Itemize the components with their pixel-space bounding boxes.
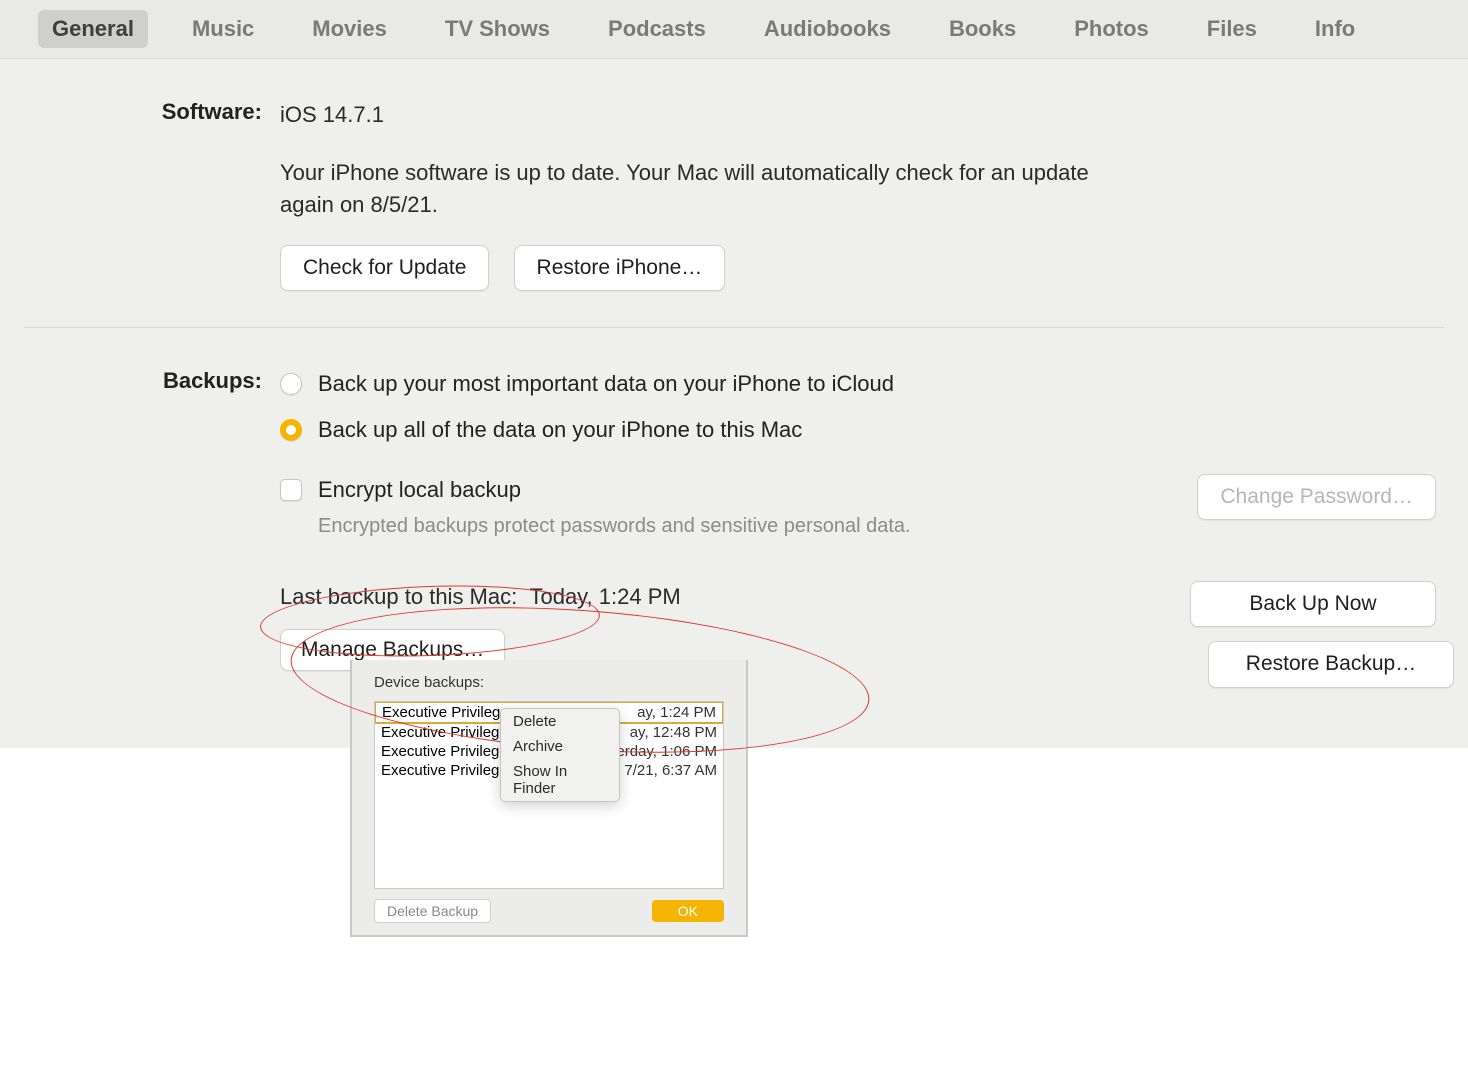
backup-option-mac-label: Back up all of the data on your iPhone t… xyxy=(318,414,802,446)
last-backup-label: Last backup to this Mac: xyxy=(280,584,517,609)
general-panel: Software: iOS 14.7.1 Your iPhone softwar… xyxy=(0,59,1468,748)
backups-section: Backups: Back up your most important dat… xyxy=(12,368,1456,688)
backup-row-time: ay, 1:24 PM xyxy=(631,704,716,721)
last-backup-line: Last backup to this Mac: Today, 1:24 PM xyxy=(280,581,681,613)
tab-bar: General Music Movies TV Shows Podcasts A… xyxy=(0,0,1468,59)
tab-files[interactable]: Files xyxy=(1193,10,1271,48)
backup-row-time: terday, 1:06 PM xyxy=(606,743,717,760)
device-backups-title: Device backups: xyxy=(374,674,724,691)
backup-row-name: Executive Privilege xyxy=(381,762,508,779)
backup-row-name: Executive Privilege xyxy=(381,743,508,760)
backups-label: Backups: xyxy=(12,368,280,394)
ctx-delete[interactable]: Delete xyxy=(501,709,619,734)
software-version: iOS 14.7.1 xyxy=(280,99,1436,131)
backup-option-icloud-label: Back up your most important data on your… xyxy=(318,368,894,400)
tab-movies[interactable]: Movies xyxy=(298,10,401,48)
encrypt-label: Encrypt local backup xyxy=(318,474,521,506)
tab-books[interactable]: Books xyxy=(935,10,1030,48)
change-password-button: Change Password… xyxy=(1197,474,1436,520)
software-status-text: Your iPhone software is up to date. Your… xyxy=(280,157,1100,221)
tab-photos[interactable]: Photos xyxy=(1060,10,1163,48)
tab-info[interactable]: Info xyxy=(1301,10,1369,48)
check-for-update-button[interactable]: Check for Update xyxy=(280,245,489,291)
ok-button[interactable]: OK xyxy=(652,900,724,922)
restore-iphone-button[interactable]: Restore iPhone… xyxy=(514,245,726,291)
encrypt-backup-row[interactable]: Encrypt local backup xyxy=(280,474,911,506)
tab-podcasts[interactable]: Podcasts xyxy=(594,10,720,48)
tab-general[interactable]: General xyxy=(38,10,148,48)
encrypt-checkbox[interactable] xyxy=(280,479,302,501)
radio-mac[interactable] xyxy=(280,419,302,441)
restore-backup-button[interactable]: Restore Backup… xyxy=(1208,641,1454,687)
tab-audiobooks[interactable]: Audiobooks xyxy=(750,10,905,48)
software-section: Software: iOS 14.7.1 Your iPhone softwar… xyxy=(12,99,1456,291)
software-label: Software: xyxy=(12,99,280,125)
ctx-show-in-finder[interactable]: Show In Finder xyxy=(501,759,619,801)
delete-backup-button[interactable]: Delete Backup xyxy=(374,899,491,923)
backup-context-menu: Delete Archive Show In Finder xyxy=(500,708,620,802)
backup-option-mac-row[interactable]: Back up all of the data on your iPhone t… xyxy=(280,414,1436,446)
backup-option-icloud-row[interactable]: Back up your most important data on your… xyxy=(280,368,1436,400)
backup-row-time: ay, 12:48 PM xyxy=(624,724,717,741)
last-backup-value: Today, 1:24 PM xyxy=(529,584,680,609)
encrypt-description: Encrypted backups protect passwords and … xyxy=(318,512,911,541)
ctx-archive[interactable]: Archive xyxy=(501,734,619,759)
backup-row-time: 7/21, 6:37 AM xyxy=(618,762,717,779)
tab-tvshows[interactable]: TV Shows xyxy=(431,10,564,48)
radio-icloud[interactable] xyxy=(280,373,302,395)
backup-row-name: Executive Privilege xyxy=(381,724,508,741)
tab-music[interactable]: Music xyxy=(178,10,268,48)
section-divider xyxy=(24,327,1444,328)
back-up-now-button[interactable]: Back Up Now xyxy=(1190,581,1436,627)
backup-row-name: Executive Privilege xyxy=(382,704,509,721)
